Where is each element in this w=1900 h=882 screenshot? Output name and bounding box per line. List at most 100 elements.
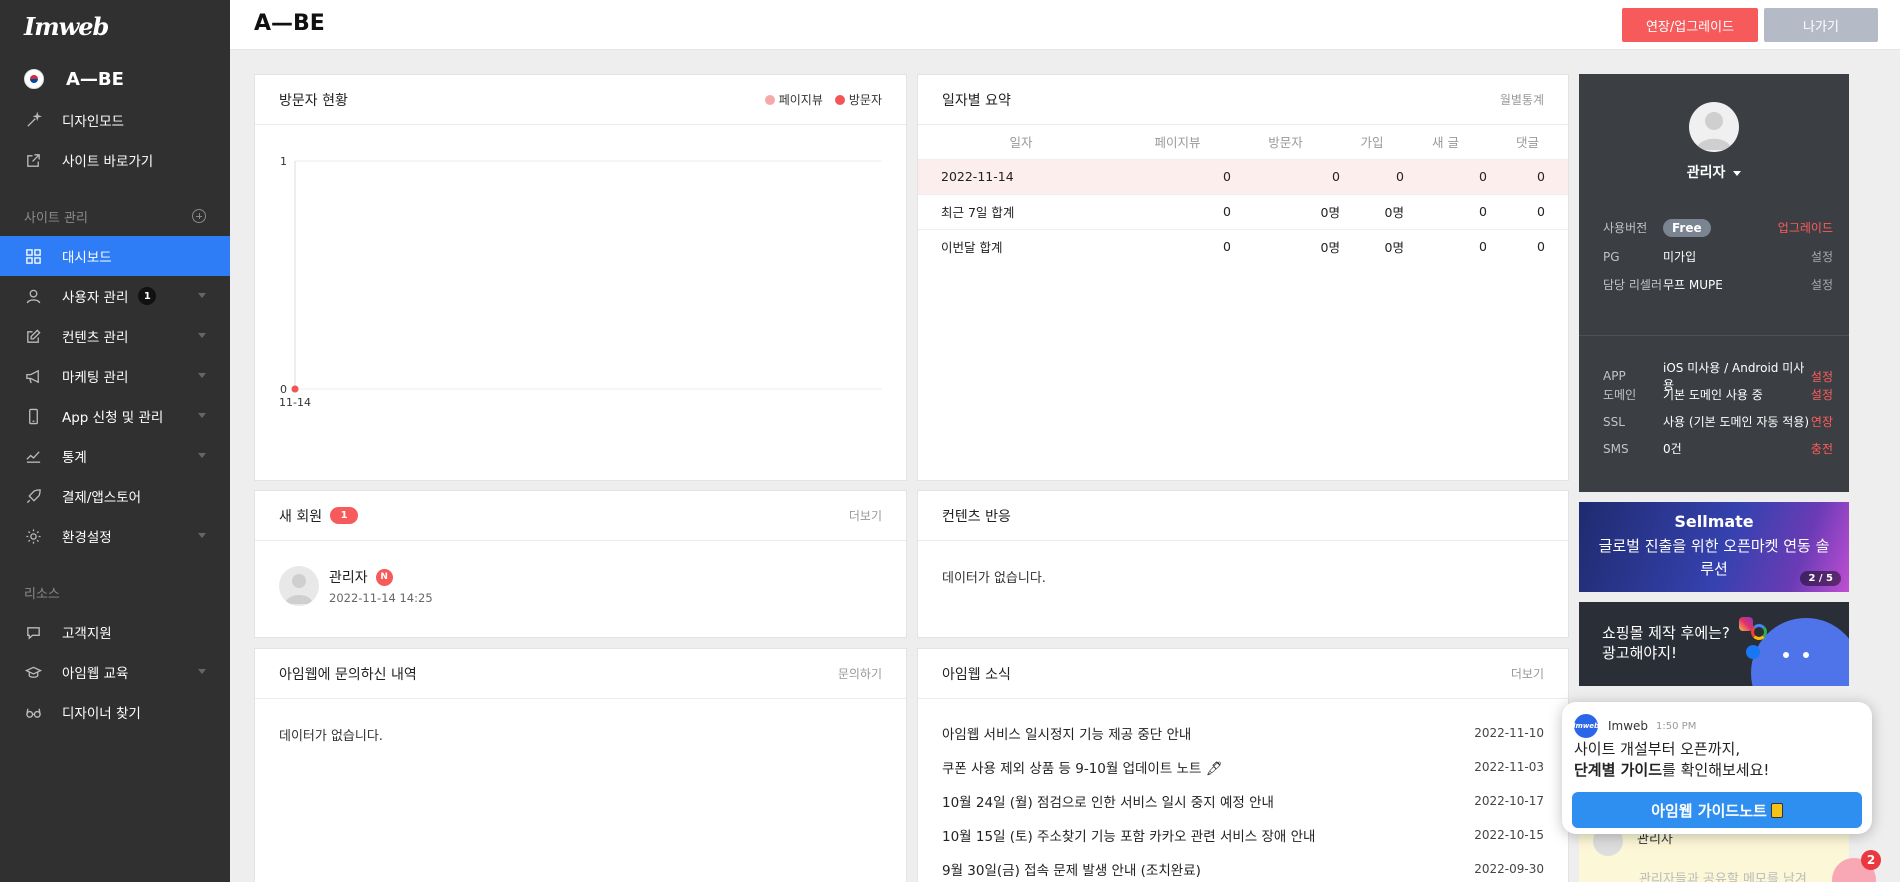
daily-summary-header: 일자별 요약 월별통계	[918, 75, 1568, 125]
sidebar-item-label: 환경설정	[62, 530, 112, 546]
row-value: 기본 도메인 사용 중	[1663, 388, 1763, 402]
imweb-avatar-icon: Imweb	[1573, 714, 1599, 738]
memo-placeholder[interactable]: 관리자들과 공유할 메모를 남겨	[1639, 868, 1807, 882]
sidebar-item-label: 사이트 바로가기	[62, 154, 154, 170]
profile-row-version: 사용버전 Free 업그레이드	[1603, 218, 1833, 237]
site-selector[interactable]: A—BE	[0, 58, 230, 100]
news-date: 2022-10-15	[1474, 828, 1544, 842]
sidebar-item-find-designer[interactable]: 디자이너 찾기	[0, 692, 230, 732]
monthly-stats-link[interactable]: 월별통계	[1500, 91, 1544, 108]
inquiries-card: 아임웹에 문의하신 내역 문의하기 데이터가 없습니다.	[254, 648, 907, 882]
sidebar-item-label: App 신청 및 관리	[62, 410, 164, 426]
table-cell: 0명	[1340, 228, 1404, 264]
charge-link[interactable]: 충전	[1811, 440, 1833, 457]
dashboard-grid-icon	[24, 247, 42, 265]
row-key: PG	[1603, 249, 1620, 264]
sidebar-item-contents[interactable]: 컨텐츠 관리	[0, 316, 230, 356]
profile-row-pg: PG 미가입 설정	[1603, 248, 1833, 265]
news-item[interactable]: 쿠폰 사용 제외 상품 등 9-10월 업데이트 노트 🖋 2022-11-03	[918, 750, 1568, 784]
inquire-link[interactable]: 문의하기	[838, 665, 882, 682]
table-cell: 0명	[1231, 228, 1340, 264]
table-cell: 최근 7일 합계	[918, 193, 1124, 229]
banner-pagination: 2 / 5	[1800, 571, 1841, 586]
sidebar-item-label: 대시보드	[62, 250, 112, 266]
sidebar-item-app[interactable]: App 신청 및 관리	[0, 396, 230, 436]
guide-note-button[interactable]: 아임웹 가이드노트	[1572, 792, 1862, 828]
korea-flag-icon	[24, 69, 44, 89]
sidebar-item-settings[interactable]: 환경설정	[0, 516, 230, 556]
settings-link[interactable]: 설정	[1811, 248, 1833, 265]
table-row: 최근 7일 합계 0 0명 0명 0 0	[918, 193, 1568, 229]
sidebar-item-users[interactable]: 사용자 관리 1	[0, 276, 230, 316]
profile-row-reseller: 담당 리셀러 무프 MUPE 설정	[1603, 276, 1833, 293]
news-item[interactable]: 9월 30일(금) 접속 문제 발생 안내 (조치완료) 2022-09-30	[918, 852, 1568, 882]
row-key: SMS	[1603, 441, 1629, 456]
chevron-down-icon	[198, 333, 206, 338]
sidebar-item-site-shortcut[interactable]: 사이트 바로가기	[0, 140, 230, 180]
banner-text: 쇼핑몰 제작 후에는? 광고해야지!	[1602, 623, 1730, 663]
imweb-logo[interactable]: Imweb	[0, 0, 230, 50]
add-circle-icon[interactable]	[192, 209, 206, 223]
sidebar-item-education[interactable]: 아임웹 교육	[0, 652, 230, 692]
visitor-line-chart: 0 1 11-14	[279, 155, 882, 409]
news-title: 9월 30일(금) 접속 문제 발생 안내 (조치완료)	[942, 863, 1201, 879]
avatar[interactable]	[1689, 102, 1739, 152]
sidebar-item-label: 아임웹 교육	[62, 666, 129, 682]
news-item[interactable]: 10월 24일 (월) 점검으로 인한 서비스 일시 중지 예정 안내 2022-…	[918, 784, 1568, 818]
column-header: 일자	[1009, 135, 1033, 151]
news-title: 10월 15일 (토) 주소찾기 기능 포함 카카오 관련 서비스 장애 안내	[942, 829, 1316, 845]
chat-bubble-icon	[24, 623, 42, 641]
settings-link[interactable]: 설정	[1811, 276, 1833, 293]
extend-link[interactable]: 연장	[1811, 413, 1833, 430]
settings-link[interactable]: 설정	[1811, 386, 1833, 403]
news-title: 10월 24일 (월) 점검으로 인한 서비스 일시 중지 예정 안내	[942, 795, 1274, 811]
y-tick-label: 1	[280, 155, 287, 168]
news-item[interactable]: 아임웹 서비스 일시정지 기능 제공 중단 안내 2022-11-10	[918, 716, 1568, 750]
row-key: APP	[1603, 369, 1626, 383]
member-info: 관리자 N 2022-11-14 14:25	[329, 567, 433, 605]
facebook-icon	[1746, 645, 1760, 659]
table-cell: 0	[1404, 158, 1487, 194]
eye	[1803, 652, 1809, 658]
popup-message: 사이트 개설부터 오픈까지, 단계별 가이드를 확인해보세요!	[1574, 739, 1769, 781]
graduation-cap-icon	[24, 663, 42, 681]
rocket-icon	[24, 487, 42, 505]
more-link[interactable]: 더보기	[1511, 665, 1544, 682]
settings-link[interactable]: 설정	[1811, 368, 1833, 385]
glasses-icon	[24, 703, 42, 721]
table-cell: 이번달 합계	[918, 228, 1124, 264]
google-icon	[1751, 624, 1767, 640]
upgrade-button[interactable]: 연장/업그레이드	[1622, 8, 1758, 42]
sidebar-item-statistics[interactable]: 통계	[0, 436, 230, 476]
content-reaction-card: 컨텐츠 반응 데이터가 없습니다.	[917, 490, 1569, 638]
member-row[interactable]: 관리자 N 2022-11-14 14:25	[279, 566, 433, 606]
sidebar-item-payment-appstore[interactable]: 결제/앱스토어	[0, 476, 230, 516]
sidebar-item-design-mode[interactable]: 디자인모드	[0, 100, 230, 140]
news-item[interactable]: 10월 15일 (토) 주소찾기 기능 포함 카카오 관련 서비스 장애 안내 2…	[918, 818, 1568, 852]
sidebar-item-label: 통계	[62, 450, 87, 466]
row-key: SSL	[1603, 414, 1625, 429]
legend-pageview: 페이지뷰	[764, 91, 823, 108]
sidebar-item-marketing[interactable]: 마케팅 관리	[0, 356, 230, 396]
ads-banner[interactable]: 쇼핑몰 제작 후에는? 광고해야지!	[1579, 602, 1849, 686]
users-count-badge: 1	[138, 287, 157, 305]
chat-unread-badge: 2	[1861, 850, 1881, 870]
upgrade-link[interactable]: 업그레이드	[1778, 219, 1833, 236]
legend-dot	[764, 94, 775, 105]
chevron-down-icon	[198, 413, 206, 418]
exit-button[interactable]: 나가기	[1764, 8, 1878, 42]
sidebar-item-dashboard[interactable]: 대시보드	[0, 236, 230, 276]
x-tick-label: 11-14	[279, 396, 311, 409]
magic-wand-icon	[24, 111, 42, 129]
news-header: 아임웹 소식 더보기	[918, 649, 1568, 699]
user-silhouette-icon	[285, 574, 313, 604]
more-link[interactable]: 더보기	[849, 507, 882, 524]
sellmate-banner[interactable]: Sellmate 글로벌 진출을 위한 오픈마켓 연동 솔 루션 2 / 5	[1579, 502, 1849, 592]
section-resources: 리소스	[0, 572, 230, 612]
sidebar-item-support[interactable]: 고객지원	[0, 612, 230, 652]
user-silhouette-icon	[1696, 112, 1732, 150]
chevron-down-icon	[198, 453, 206, 458]
admin-name-dropdown[interactable]: 관리자	[1579, 162, 1849, 182]
sidebar-item-label: 마케팅 관리	[62, 370, 129, 386]
table-cell: 0	[1231, 158, 1340, 194]
